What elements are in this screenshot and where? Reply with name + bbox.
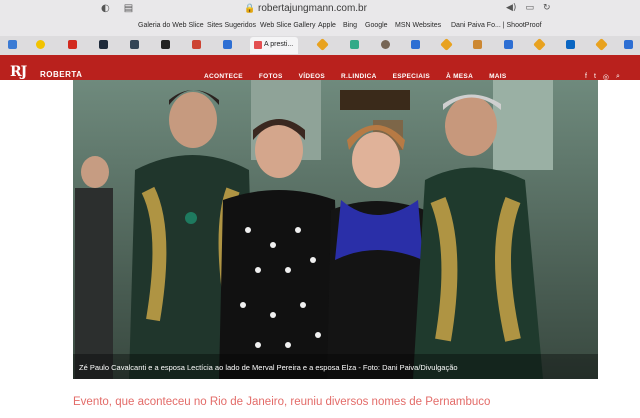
tab[interactable]	[377, 38, 395, 52]
menu-item-videos[interactable]: VÍDEOS	[299, 73, 325, 80]
tab[interactable]	[219, 38, 237, 52]
tab-favicon-icon	[595, 38, 608, 51]
tab-favicon-icon	[99, 40, 108, 49]
tab[interactable]	[157, 38, 175, 52]
photo-illustration	[73, 80, 598, 379]
menu-item-rlindica[interactable]: R.LINDICA	[341, 73, 377, 80]
tab[interactable]	[620, 38, 638, 52]
tab[interactable]	[64, 38, 82, 52]
tab-favicon-icon	[624, 40, 633, 49]
speaker-icon[interactable]: ◀)	[506, 3, 516, 13]
bookmark-item[interactable]: Google	[365, 22, 388, 29]
privacy-icon[interactable]: ◐	[101, 3, 110, 15]
tab[interactable]	[438, 38, 456, 52]
site-header: RJ ROBERTA ACONTECE FOTOS VÍDEOS R.LINDI…	[0, 55, 640, 81]
article-subheading: Evento, que aconteceu no Rio de Janeiro,…	[73, 396, 491, 408]
bookmark-item[interactable]: Dani Paiva Fo... | ShootProof	[451, 22, 542, 29]
browser-chrome: ◐ ▤ 🔒 robertajungmann.com.br ◀) ▭ ↻ Gale…	[0, 0, 640, 55]
bookmark-item[interactable]: Web Slice Gallery	[260, 22, 316, 29]
tab-favicon-icon	[254, 41, 262, 49]
main-menu: ACONTECE FOTOS VÍDEOS R.LINDICA ESPECIAI…	[204, 73, 523, 80]
lock-icon: 🔒	[244, 3, 256, 13]
tab[interactable]	[469, 38, 487, 52]
menu-item-acontece[interactable]: ACONTECE	[204, 73, 243, 80]
tab-favicon-icon	[350, 40, 359, 49]
tab[interactable]	[126, 38, 144, 52]
tab-favicon-icon	[8, 40, 17, 49]
tab-favicon-icon	[161, 40, 170, 49]
menu-item-mais[interactable]: MAIS	[489, 73, 506, 80]
tab[interactable]	[562, 38, 580, 52]
tab[interactable]	[95, 38, 113, 52]
tab-favicon-icon	[504, 40, 513, 49]
tab-label: A presti...	[264, 41, 294, 48]
toolbar-right: ◀) ▭ ↻	[506, 3, 551, 13]
menu-item-a-mesa[interactable]: À MESA	[446, 73, 473, 80]
menu-item-fotos[interactable]: FOTOS	[259, 73, 283, 80]
tab[interactable]	[188, 38, 206, 52]
translate-icon[interactable]: ▭	[525, 3, 534, 13]
toolbar-left: ◐ ▤	[101, 3, 133, 15]
search-icon[interactable]: ⌕	[616, 73, 620, 81]
logo[interactable]: RJ	[10, 64, 27, 80]
tab-favicon-icon	[566, 40, 575, 49]
tab-favicon-icon	[192, 40, 201, 49]
tab-favicon-icon	[36, 40, 45, 49]
tab[interactable]	[593, 38, 611, 52]
tab[interactable]	[531, 38, 549, 52]
address-row: ◐ ▤ 🔒 robertajungmann.com.br ◀) ▭ ↻	[0, 0, 640, 19]
tab-active[interactable]: A presti...	[250, 37, 298, 54]
tab[interactable]	[314, 38, 332, 52]
tab-favicon-icon	[533, 38, 546, 51]
tab[interactable]	[346, 38, 364, 52]
reload-icon[interactable]: ↻	[543, 3, 551, 13]
reader-icon[interactable]: ▤	[124, 3, 133, 15]
article-photo	[73, 80, 598, 379]
bookmark-item[interactable]: Bing	[343, 22, 357, 29]
tab-favicon-icon	[316, 38, 329, 51]
tab[interactable]	[32, 38, 50, 52]
bookmark-item[interactable]: Apple	[318, 22, 336, 29]
tab[interactable]	[4, 38, 22, 52]
menu-item-especiais[interactable]: ESPECIAIS	[393, 73, 430, 80]
tab-favicon-icon	[381, 40, 390, 49]
instagram-icon[interactable]: ◎	[603, 73, 609, 81]
photo-caption: Zé Paulo Cavalcanti e a esposa Lectícia …	[79, 363, 458, 372]
tab-favicon-icon	[473, 40, 482, 49]
tab-favicon-icon	[411, 40, 420, 49]
address-bar[interactable]: robertajungmann.com.br	[258, 3, 367, 14]
tab-favicon-icon	[130, 40, 139, 49]
bookmark-item[interactable]: Galeria do Web Slice	[138, 22, 204, 29]
tab-favicon-icon	[223, 40, 232, 49]
tab-bar: A presti...	[0, 36, 640, 55]
bookmarks-bar: Galeria do Web Slice Sites Sugeridos Web…	[0, 21, 640, 35]
bookmark-item[interactable]: Sites Sugeridos	[207, 22, 256, 29]
tab-favicon-icon	[68, 40, 77, 49]
tab-favicon-icon	[440, 38, 453, 51]
bookmark-item[interactable]: MSN Websites	[395, 22, 441, 29]
logo-name[interactable]: ROBERTA	[40, 70, 82, 79]
tab[interactable]	[500, 38, 518, 52]
tab[interactable]	[407, 38, 425, 52]
